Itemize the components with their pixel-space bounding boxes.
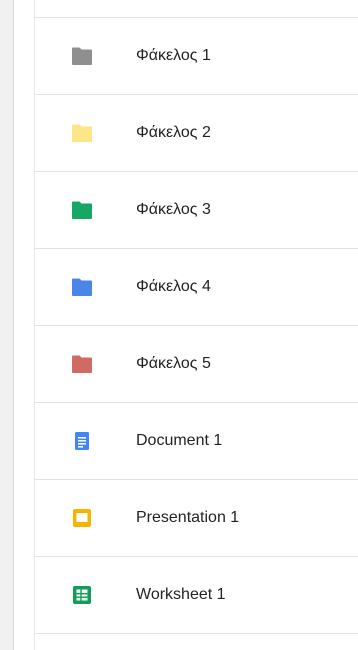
docs-icon <box>70 431 94 451</box>
slides-icon <box>70 508 94 528</box>
list-item-folder-3[interactable]: Φάκελος 3 <box>35 172 358 249</box>
item-name: Φάκελος 4 <box>136 278 211 295</box>
item-name: Φάκελος 1 <box>136 47 211 64</box>
folder-icon <box>70 46 94 66</box>
item-name: Presentation 1 <box>136 509 240 526</box>
list-item-folder-5[interactable]: Φάκελος 5 <box>35 326 358 403</box>
folder-icon <box>70 354 94 374</box>
item-name: Φάκελος 3 <box>136 201 211 218</box>
list-item-folder-4[interactable]: Φάκελος 4 <box>35 249 358 326</box>
list-item-folder-1[interactable]: Φάκελος 1 <box>35 18 358 95</box>
list-item-folder-2[interactable]: Φάκελος 2 <box>35 95 358 172</box>
item-name: Document 1 <box>136 432 223 449</box>
left-pane-edge <box>0 0 14 650</box>
folder-icon <box>70 123 94 143</box>
item-name: Φάκελος 5 <box>136 355 211 372</box>
sheets-icon <box>70 585 94 605</box>
list-item-worksheet-1[interactable]: Worksheet 1 <box>35 557 358 634</box>
item-name: Worksheet 1 <box>136 586 226 603</box>
item-name: Φάκελος 2 <box>136 124 211 141</box>
file-list: Φάκελος 1 Φάκελος 2 Φάκελος 3 Φάκελος 4 … <box>35 18 358 634</box>
list-item-presentation-1[interactable]: Presentation 1 <box>35 480 358 557</box>
file-list-panel: Φάκελος 1 Φάκελος 2 Φάκελος 3 Φάκελος 4 … <box>0 0 358 650</box>
list-item-document-1[interactable]: Document 1 <box>35 403 358 480</box>
folder-icon <box>70 277 94 297</box>
folder-icon <box>70 200 94 220</box>
